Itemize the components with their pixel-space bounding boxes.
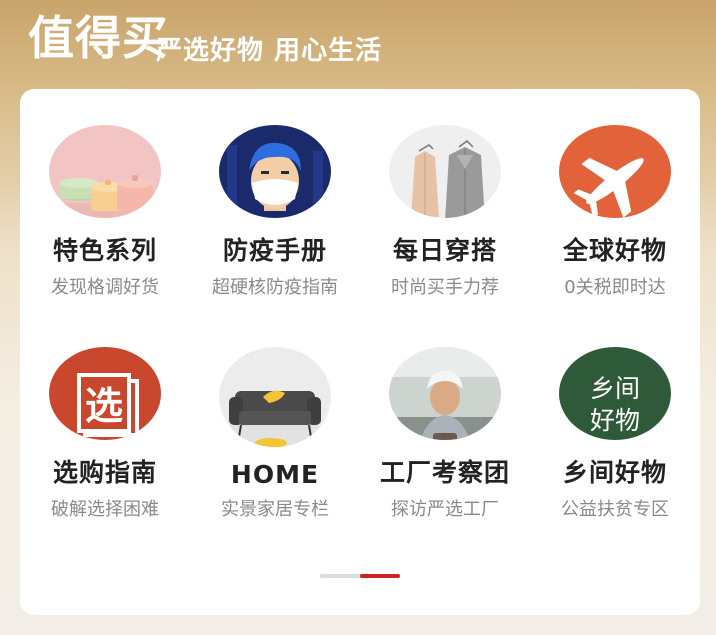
svg-text:好物: 好物 xyxy=(590,406,640,435)
factory-worker-image xyxy=(389,347,501,440)
category-item-special-series[interactable]: 特色系列 发现格调好货 xyxy=(20,89,190,299)
category-item-home[interactable]: HOME 实景家居专栏 xyxy=(190,311,360,521)
page-indicator-active xyxy=(360,574,400,578)
category-subtitle: 超硬核防疫指南 xyxy=(212,277,338,298)
category-subtitle: 0关税即时达 xyxy=(564,277,666,298)
page-header: 值得买 严选好物 用心生活 xyxy=(0,0,716,88)
village-goods-badge-icon: 乡间 好物 xyxy=(559,347,671,440)
category-title: 每日穿搭 xyxy=(392,236,497,265)
svg-text:选: 选 xyxy=(85,384,123,428)
category-title: 全球好物 xyxy=(562,236,667,265)
airplane-icon xyxy=(559,125,671,218)
xuan-book-icon: 选 xyxy=(49,347,161,440)
category-subtitle: 破解选择困难 xyxy=(51,499,159,520)
category-title: 选购指南 xyxy=(52,458,157,487)
category-item-epidemic-guide[interactable]: 防疫手册 超硬核防疫指南 xyxy=(190,89,360,299)
category-title: 特色系列 xyxy=(52,236,157,265)
coats-on-hangers-image xyxy=(389,125,501,218)
brand-logo: 值得买 xyxy=(28,11,169,65)
category-item-village-goods[interactable]: 乡间 好物 乡间好物 公益扶贫专区 xyxy=(530,311,700,521)
category-title: 乡间好物 xyxy=(562,458,667,487)
grey-sofa-image xyxy=(219,347,331,447)
category-subtitle: 探访严选工厂 xyxy=(391,499,499,520)
category-item-global-goods[interactable]: 全球好物 0关税即时达 xyxy=(530,89,700,299)
category-title: 工厂考察团 xyxy=(379,458,510,487)
category-subtitle: 发现格调好货 xyxy=(51,277,159,298)
svg-text:乡间: 乡间 xyxy=(590,374,640,403)
category-subtitle: 实景家居专栏 xyxy=(221,499,329,520)
category-title: HOME xyxy=(230,460,320,489)
pastel-cookware-pots-image xyxy=(49,125,161,218)
category-item-factory-tour[interactable]: 工厂考察团 探访严选工厂 xyxy=(360,311,530,521)
header-slogan: 严选好物 用心生活 xyxy=(156,36,383,66)
masked-person-illustration-image xyxy=(219,125,331,218)
category-subtitle: 公益扶贫专区 xyxy=(561,499,669,520)
category-item-buying-guide[interactable]: 选 选购指南 破解选择困难 xyxy=(20,311,190,521)
category-title: 防疫手册 xyxy=(222,236,327,265)
category-card: 特色系列 发现格调好货 防疫手册 超硬核防疫指南 每日穿搭 时尚买手力荐 全球好… xyxy=(20,89,700,615)
category-subtitle: 时尚买手力荐 xyxy=(391,277,499,298)
page-indicator xyxy=(320,574,400,578)
category-item-daily-outfits[interactable]: 每日穿搭 时尚买手力荐 xyxy=(360,89,530,299)
